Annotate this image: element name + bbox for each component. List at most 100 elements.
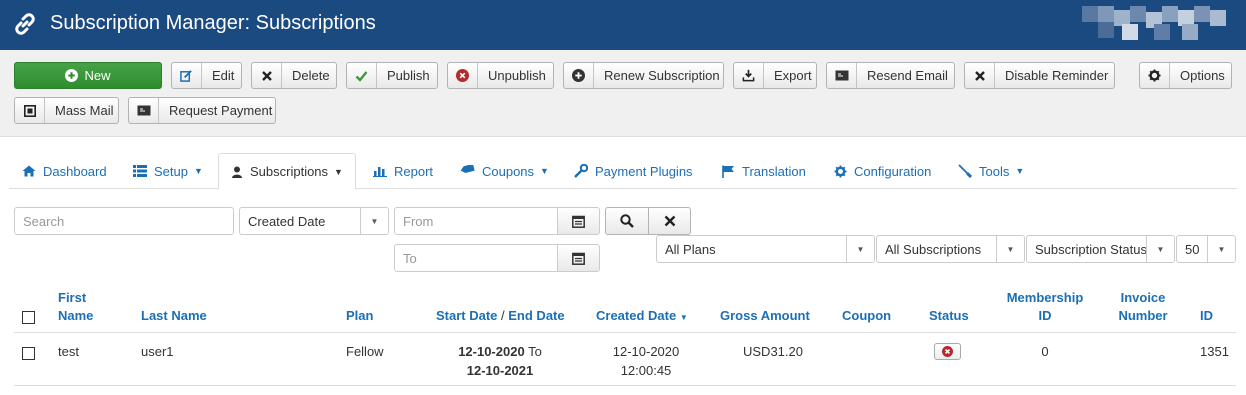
x-circle-icon (942, 346, 953, 357)
tab-tools[interactable]: Tools ▼ (958, 153, 1024, 189)
x-circle-icon (448, 63, 478, 88)
new-button[interactable]: New (14, 62, 162, 89)
close-icon (664, 215, 675, 227)
request-payment-button[interactable]: Request Payment (128, 97, 276, 124)
chevron-down-icon: ▼ (996, 236, 1024, 262)
chevron-down-icon: ▼ (540, 166, 549, 176)
plus-circle-icon (65, 69, 79, 82)
select-all-checkbox[interactable] (22, 311, 35, 324)
row-divider (14, 385, 1236, 386)
plan-link[interactable]: Fellow (346, 342, 384, 361)
tab-translation[interactable]: Translation (722, 153, 806, 189)
first-name-link[interactable]: test (58, 342, 79, 361)
from-calendar-button[interactable] (557, 207, 600, 235)
list-limit-select[interactable]: 50 ▼ (1176, 235, 1236, 263)
column-id[interactable]: ID (1200, 307, 1213, 325)
column-status[interactable]: Status (929, 307, 969, 325)
status-toggle-button[interactable] (934, 343, 961, 360)
close-icon (965, 63, 995, 88)
close-icon (252, 63, 282, 88)
envelope-icon (129, 98, 159, 123)
column-gross-amount[interactable]: Gross Amount (720, 307, 810, 325)
disable-reminder-button[interactable]: Disable Reminder (964, 62, 1115, 89)
chevron-down-icon: ▼ (334, 166, 343, 177)
brand-logo (1082, 6, 1242, 44)
screwdriver-icon (958, 164, 972, 178)
options-button[interactable]: Options (1139, 62, 1232, 89)
search-button[interactable] (605, 207, 649, 235)
mass-mail-button[interactable]: Mass Mail (14, 97, 119, 124)
renew-subscription-button[interactable]: Renew Subscription (563, 62, 724, 89)
flag-icon (722, 165, 735, 178)
to-calendar-button[interactable] (557, 244, 600, 272)
edit-button[interactable]: Edit (171, 62, 242, 89)
wrench-icon (574, 164, 588, 178)
user-icon (231, 166, 243, 178)
from-date-input[interactable]: From (394, 207, 558, 235)
tab-subscriptions[interactable]: Subscriptions ▼ (218, 153, 356, 190)
gross-amount-cell: USD31.20 (743, 344, 803, 359)
clear-button[interactable] (648, 207, 691, 235)
tab-dashboard[interactable]: Dashboard (22, 153, 107, 189)
download-icon (734, 63, 764, 88)
new-button-label: New (84, 68, 111, 83)
chevron-down-icon: ▼ (846, 236, 874, 262)
chevron-down-icon: ▼ (1015, 166, 1025, 176)
row-checkbox[interactable] (22, 347, 35, 360)
last-name-cell: user1 (141, 344, 174, 359)
column-last-name[interactable]: Last Name (141, 307, 207, 325)
edit-icon (172, 63, 202, 88)
sort-desc-icon: ▼ (679, 313, 688, 322)
chevron-down-icon: ▼ (1207, 236, 1235, 262)
created-date-cell: 12-10-2020 12:00:45 (612, 344, 680, 378)
tab-report[interactable]: Report (373, 153, 433, 189)
mail-square-icon (15, 98, 45, 123)
chevron-down-icon: ▼ (360, 208, 388, 234)
envelope-icon (827, 63, 857, 88)
bar-chart-icon (373, 165, 387, 177)
column-end-date[interactable]: End Date (508, 308, 564, 323)
column-invoice-number[interactable]: Invoice Number (1103, 289, 1183, 325)
home-icon (22, 165, 36, 177)
membership-id-cell: 0 (1041, 344, 1049, 359)
calendar-icon (572, 215, 585, 228)
start-end-date-cell: 12-10-2020 To 12-10-2021 (458, 344, 542, 378)
column-created-date[interactable]: Created Date ▼ (596, 307, 688, 327)
publish-button[interactable]: Publish (346, 62, 438, 89)
resend-email-button[interactable]: Resend Email (826, 62, 955, 89)
tag-icon (460, 165, 475, 177)
date-field-select[interactable]: Created Date ▼ (239, 207, 389, 235)
search-input[interactable]: Search (14, 207, 234, 235)
subscription-status-select[interactable]: Subscription Status ▼ (1026, 235, 1175, 263)
column-start-end-date: Start Date / End Date (436, 308, 565, 323)
to-date-input[interactable]: To (394, 244, 558, 272)
header-divider (14, 332, 1236, 333)
column-first-name[interactable]: First Name (58, 289, 93, 325)
list-icon (133, 165, 147, 177)
tab-coupons[interactable]: Coupons ▼ (460, 153, 549, 189)
column-membership-id[interactable]: Membership ID (1000, 289, 1090, 325)
calendar-icon (572, 252, 585, 265)
page-title: Subscription Manager: Subscriptions (50, 12, 376, 34)
link-icon (15, 13, 35, 35)
column-plan[interactable]: Plan (346, 307, 373, 325)
export-button[interactable]: Export (733, 62, 817, 89)
delete-button[interactable]: Delete (251, 62, 337, 89)
unpublish-button[interactable]: Unpublish (447, 62, 554, 89)
checkmark-icon (347, 63, 377, 88)
chevron-down-icon: ▼ (193, 166, 203, 176)
plus-circle-icon (564, 63, 594, 88)
id-cell: 1351 (1200, 344, 1229, 359)
column-coupon[interactable]: Coupon (842, 307, 891, 325)
gear-icon (834, 164, 847, 178)
app-header: Subscription Manager: Subscriptions (0, 0, 1246, 50)
chevron-down-icon: ▼ (1146, 236, 1174, 262)
column-start-date[interactable]: Start Date (436, 308, 497, 323)
plan-filter-select[interactable]: All Plans ▼ (656, 235, 875, 263)
tab-setup[interactable]: Setup ▼ (133, 153, 203, 189)
tab-payment-plugins[interactable]: Payment Plugins (574, 153, 693, 189)
tab-configuration[interactable]: Configuration (834, 153, 931, 189)
subscription-type-select[interactable]: All Subscriptions ▼ (876, 235, 1025, 263)
search-icon (620, 214, 634, 228)
gear-icon (1140, 63, 1170, 88)
